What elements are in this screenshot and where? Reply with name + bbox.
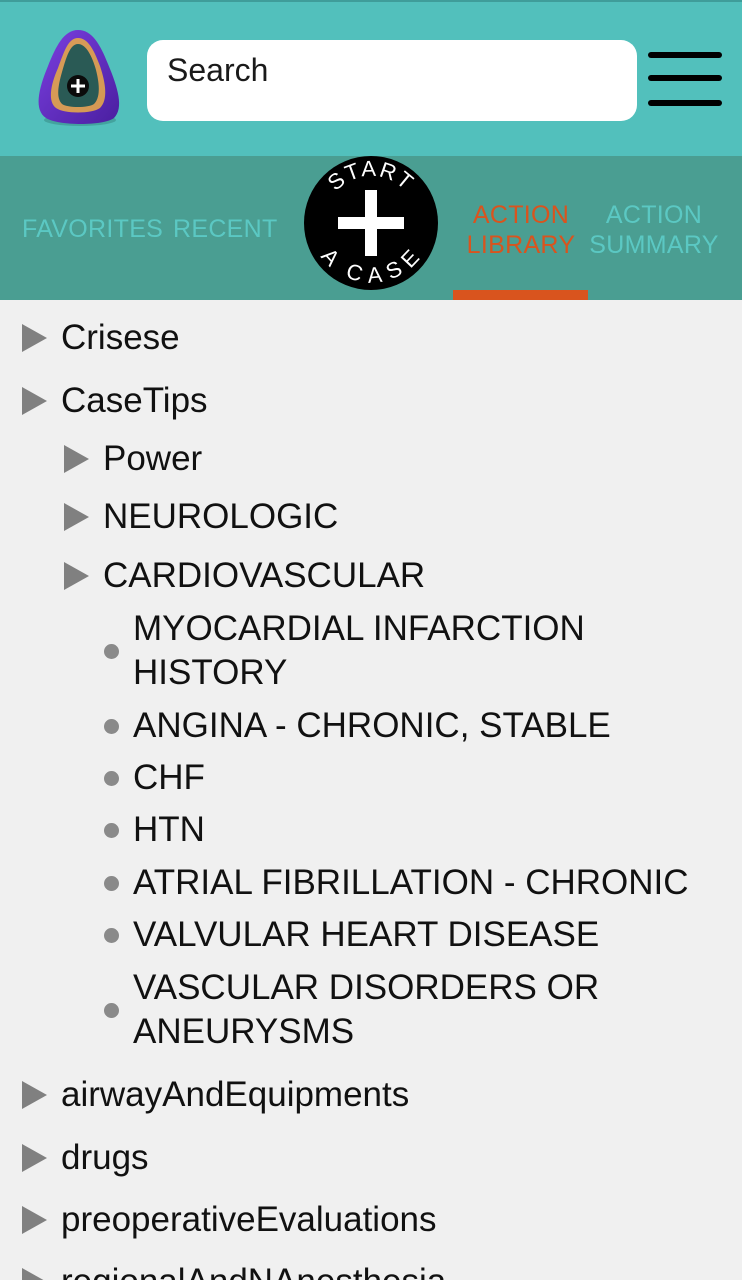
tab-favorites[interactable]: FAVORITES	[22, 214, 163, 244]
list-item-label: ATRIAL FIBRILLATION - CHRONIC	[133, 863, 689, 902]
tree-node-casetips[interactable]: CaseTips	[22, 381, 208, 421]
tree-node-neurologic[interactable]: NEUROLOGIC	[64, 497, 338, 537]
list-item-label: VASCULAR DISORDERS OR ANEURYSMS	[133, 968, 600, 1051]
tree-node-label: preoperativeEvaluations	[61, 1200, 437, 1239]
active-tab-indicator	[453, 290, 588, 300]
bullet-icon	[104, 770, 119, 786]
expand-arrow-icon	[64, 503, 89, 531]
search-input[interactable]: Search	[147, 40, 637, 121]
tab-recent[interactable]: RECENT	[173, 214, 278, 244]
tab-action-library[interactable]: ACTION LIBRARY	[466, 200, 576, 260]
list-item-label: MYOCARDIAL INFARCTION HISTORY	[133, 609, 585, 692]
tree-node-label: airwayAndEquipments	[61, 1075, 410, 1114]
expand-arrow-icon	[22, 1081, 47, 1109]
expand-arrow-icon	[22, 1268, 47, 1280]
list-item-label: CHF	[133, 758, 205, 797]
list-item[interactable]: CHF	[104, 756, 205, 800]
bullet-icon	[104, 1002, 119, 1018]
tree-node-label: CARDIOVASCULAR	[103, 556, 426, 595]
tree-node-label: regionalAndNAnesthesia	[61, 1262, 446, 1280]
list-item[interactable]: ANGINA - CHRONIC, STABLE	[104, 704, 611, 748]
list-item[interactable]: VALVULAR HEART DISEASE	[104, 913, 599, 957]
bullet-icon	[104, 927, 119, 943]
list-item[interactable]: HTN	[104, 808, 205, 852]
list-item-label: VALVULAR HEART DISEASE	[133, 915, 600, 954]
list-item[interactable]: MYOCARDIAL INFARCTION HISTORY	[104, 607, 624, 695]
start-a-case-button[interactable]: START A CASE	[302, 154, 440, 292]
expand-arrow-icon	[22, 1144, 47, 1172]
bullet-icon	[104, 718, 119, 734]
expand-arrow-icon	[22, 324, 47, 352]
top-header: Search	[0, 0, 742, 156]
expand-arrow-icon	[22, 387, 47, 415]
expand-arrow-icon	[64, 562, 89, 590]
expand-arrow-icon	[22, 1206, 47, 1234]
tree-node-label: NEUROLOGIC	[103, 497, 339, 536]
app-logo-icon[interactable]	[30, 24, 126, 128]
bullet-icon	[104, 875, 119, 891]
tree-node-label: drugs	[61, 1138, 149, 1177]
tree-node-drugs[interactable]: drugs	[22, 1138, 149, 1178]
list-item[interactable]: VASCULAR DISORDERS OR ANEURYSMS	[104, 966, 624, 1054]
tree-node-crisese[interactable]: Crisese	[22, 318, 180, 358]
hamburger-menu-icon[interactable]	[648, 50, 722, 110]
list-item[interactable]: ATRIAL FIBRILLATION - CHRONIC	[104, 861, 689, 905]
tab-action-summary[interactable]: ACTION SUMMARY	[588, 200, 720, 260]
tree-node-preoperative[interactable]: preoperativeEvaluations	[22, 1200, 437, 1240]
tree-node-label: CaseTips	[61, 381, 208, 420]
bullet-icon	[104, 643, 119, 659]
tree-node-power[interactable]: Power	[64, 439, 202, 479]
tree-node-label: Crisese	[61, 318, 180, 357]
bullet-icon	[104, 822, 119, 838]
app-screen: Search FAVORITES RECENT ACTION LIBRARY A…	[0, 0, 742, 1280]
list-item-label: HTN	[133, 810, 205, 849]
list-item-label: ANGINA - CHRONIC, STABLE	[133, 706, 611, 745]
tree-node-regional[interactable]: regionalAndNAnesthesia	[22, 1262, 446, 1280]
tree-node-cardiovascular[interactable]: CARDIOVASCULAR	[64, 556, 425, 596]
tree-node-label: Power	[103, 439, 203, 478]
search-input-text: Search	[167, 52, 269, 88]
tree-node-airway[interactable]: airwayAndEquipments	[22, 1075, 409, 1115]
expand-arrow-icon	[64, 445, 89, 473]
